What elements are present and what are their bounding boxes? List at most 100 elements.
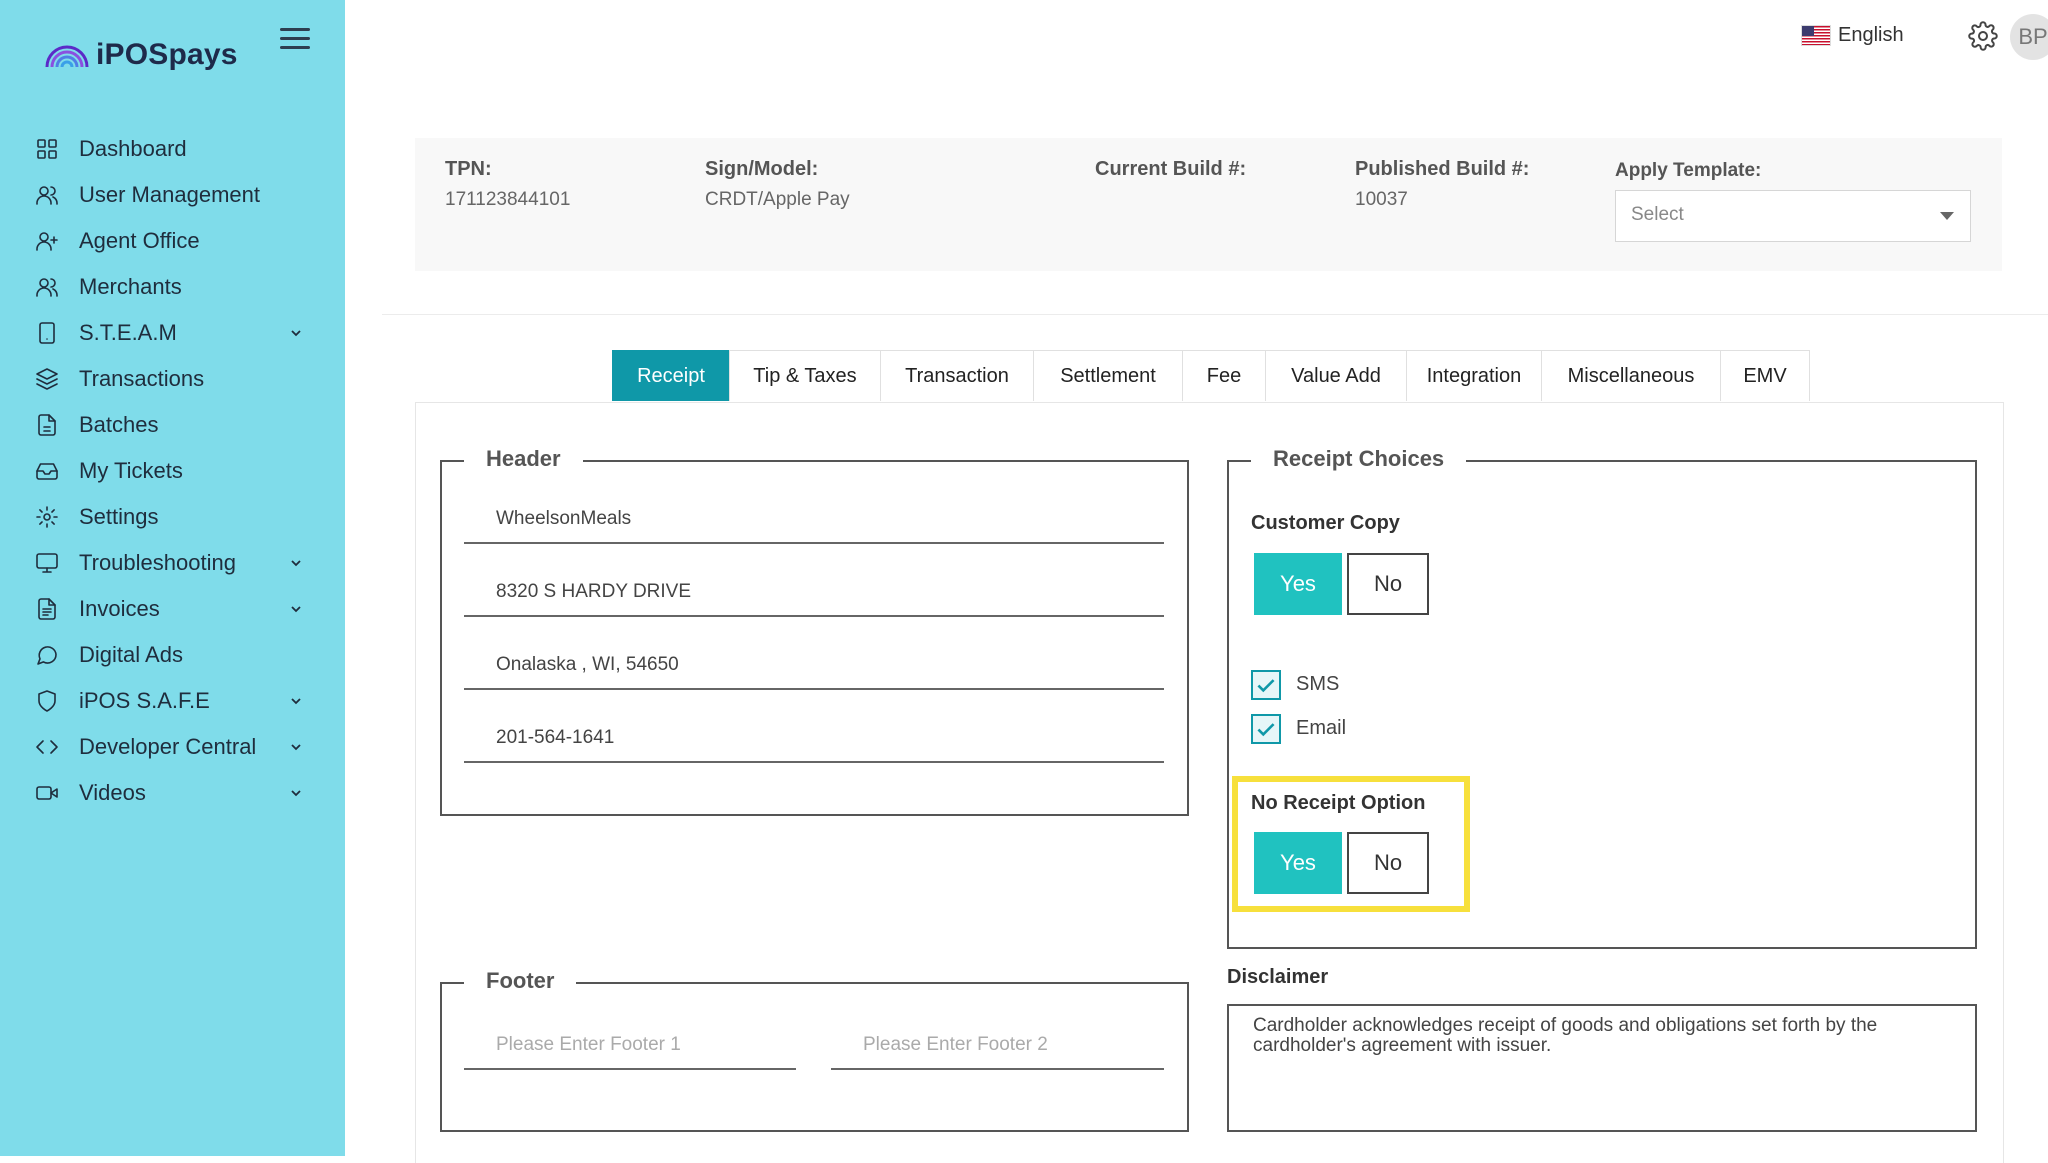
- users-icon: [34, 182, 60, 208]
- no-receipt-option-label: No Receipt Option: [1251, 792, 1426, 814]
- sidebar-item-label: Merchants: [79, 274, 182, 299]
- apply-template-select[interactable]: Select: [1615, 190, 1971, 242]
- header-line-4-input[interactable]: 201-564-1641: [464, 721, 1164, 763]
- file-icon: [34, 412, 60, 438]
- sidebar-item-my-tickets[interactable]: My Tickets: [0, 448, 345, 494]
- sidebar-item-user-management[interactable]: User Management: [0, 172, 345, 218]
- disclaimer-textarea[interactable]: Cardholder acknowledges receipt of goods…: [1227, 1004, 1977, 1132]
- tab-value-add[interactable]: Value Add: [1265, 350, 1407, 401]
- code-icon: [34, 734, 60, 760]
- inbox-icon: [34, 458, 60, 484]
- sidebar-item-label: Invoices: [79, 596, 160, 621]
- tab-receipt[interactable]: Receipt: [612, 350, 730, 401]
- apply-template-label: Apply Template:: [1615, 160, 1762, 181]
- email-checkbox[interactable]: [1251, 714, 1281, 744]
- disclaimer-label: Disclaimer: [1227, 966, 1329, 988]
- app-name: iPOSpays: [96, 38, 238, 71]
- sidebar-item-videos[interactable]: Videos: [0, 770, 345, 816]
- sidebar-item-settings[interactable]: Settings: [0, 494, 345, 540]
- sidebar-item-agent-office[interactable]: Agent Office: [0, 218, 345, 264]
- select-placeholder: Select: [1631, 204, 1684, 225]
- no-receipt-no-button[interactable]: No: [1347, 832, 1429, 894]
- message-icon: [34, 642, 60, 668]
- sidebar-item-label: Dashboard: [79, 136, 187, 161]
- sidebar-item-label: Digital Ads: [79, 642, 183, 667]
- published-build-value: 10037: [1355, 189, 1408, 210]
- sidebar: iPOSpays Dashboard User Management Agent O…: [0, 0, 345, 1156]
- topbar: English BP: [1548, 14, 2048, 60]
- menu-toggle-icon[interactable]: [280, 24, 310, 50]
- us-flag-icon: [1801, 25, 1831, 46]
- user-plus-icon: [34, 228, 60, 254]
- chevron-down-icon[interactable]: [288, 693, 304, 709]
- dashboard-icon: [34, 136, 60, 162]
- sidebar-item-troubleshooting[interactable]: Troubleshooting: [0, 540, 345, 586]
- footer-1-input[interactable]: Please Enter Footer 1: [464, 1028, 796, 1070]
- logo[interactable]: iPOSpays: [44, 38, 238, 72]
- header-line-1-input[interactable]: WheelsonMeals: [464, 502, 1164, 544]
- sidebar-item-developer-central[interactable]: Developer Central: [0, 724, 345, 770]
- sidebar-item-digital-ads[interactable]: Digital Ads: [0, 632, 345, 678]
- tab-transaction[interactable]: Transaction: [880, 350, 1034, 401]
- tab-integration[interactable]: Integration: [1406, 350, 1542, 401]
- header-line-2-input[interactable]: 8320 S HARDY DRIVE: [464, 575, 1164, 617]
- sms-label: SMS: [1296, 673, 1340, 695]
- header-fieldset: Header WheelsonMeals 8320 S HARDY DRIVE …: [440, 446, 1189, 816]
- customer-copy-no-button[interactable]: No: [1347, 553, 1429, 615]
- sidebar-item-invoices[interactable]: Invoices: [0, 586, 345, 632]
- rainbow-logo-icon: [45, 45, 89, 68]
- caret-down-icon: [1940, 212, 1954, 220]
- language-label: English: [1838, 24, 1904, 46]
- published-build-label: Published Build #:: [1355, 158, 1530, 180]
- tablet-icon: [34, 320, 60, 346]
- no-receipt-yes-button[interactable]: Yes: [1254, 832, 1342, 894]
- settings-gear-icon[interactable]: [1968, 21, 1998, 51]
- chevron-down-icon[interactable]: [288, 785, 304, 801]
- chevron-down-icon[interactable]: [288, 739, 304, 755]
- tab-settlement[interactable]: Settlement: [1033, 350, 1183, 401]
- sidebar-item-label: Videos: [79, 780, 146, 805]
- sms-checkbox[interactable]: [1251, 670, 1281, 700]
- sidebar-item-transactions[interactable]: Transactions: [0, 356, 345, 402]
- sidebar-item-ipos-s-a-f-e[interactable]: iPOS S.A.F.E: [0, 678, 345, 724]
- customer-copy-label: Customer Copy: [1251, 512, 1400, 534]
- tab-tip-taxes[interactable]: Tip & Taxes: [729, 350, 881, 401]
- footer-2-input[interactable]: Please Enter Footer 2: [831, 1028, 1164, 1070]
- layers-icon: [34, 366, 60, 392]
- chevron-down-icon[interactable]: [288, 325, 304, 341]
- receipt-choices-legend: Receipt Choices: [1251, 446, 1467, 472]
- sidebar-item-label: Transactions: [79, 366, 205, 391]
- sidebar-item-label: Settings: [79, 504, 159, 529]
- customer-copy-yes-button[interactable]: Yes: [1254, 553, 1342, 615]
- language-selector[interactable]: English: [1801, 24, 1904, 47]
- header-legend: Header: [464, 446, 583, 472]
- chevron-down-icon[interactable]: [288, 555, 304, 571]
- check-icon: [1257, 723, 1275, 737]
- shield-icon: [34, 688, 60, 714]
- sidebar-item-dashboard[interactable]: Dashboard: [0, 126, 345, 172]
- gear-icon: [34, 504, 60, 530]
- sidebar-item-merchants[interactable]: Merchants: [0, 264, 345, 310]
- check-icon: [1257, 679, 1275, 693]
- tab-miscellaneous[interactable]: Miscellaneous: [1541, 350, 1721, 401]
- tab-emv[interactable]: EMV: [1720, 350, 1810, 401]
- header-line-3-input[interactable]: Onalaska , WI, 54650: [464, 648, 1164, 690]
- sign-model-value: CRDT/Apple Pay: [705, 189, 850, 210]
- footer-legend: Footer: [464, 968, 577, 994]
- sidebar-item-label: Troubleshooting: [79, 550, 236, 575]
- chevron-down-icon[interactable]: [288, 601, 304, 617]
- sidebar-item-label: S.T.E.A.M: [79, 320, 177, 345]
- tab-fee[interactable]: Fee: [1182, 350, 1266, 401]
- tpn-value: 171123844101: [445, 189, 571, 210]
- settings-tabs: Receipt Tip & Taxes Transaction Settlement F…: [612, 350, 1810, 402]
- sidebar-item-label: Agent Office: [79, 228, 200, 253]
- sidebar-item-label: My Tickets: [79, 458, 183, 483]
- avatar[interactable]: BP: [2010, 14, 2048, 60]
- sidebar-item-s-t-e-a-m[interactable]: S.T.E.A.M: [0, 310, 345, 356]
- current-build-label: Current Build #:: [1095, 158, 1247, 180]
- sidebar-item-batches[interactable]: Batches: [0, 402, 345, 448]
- sidebar-item-label: Developer Central: [79, 734, 257, 759]
- terminal-info-panel: TPN: 171123844101 Sign/Model: CRDT/Apple…: [415, 138, 2002, 271]
- sidebar-item-label: User Management: [79, 182, 260, 207]
- divider: [382, 314, 2048, 315]
